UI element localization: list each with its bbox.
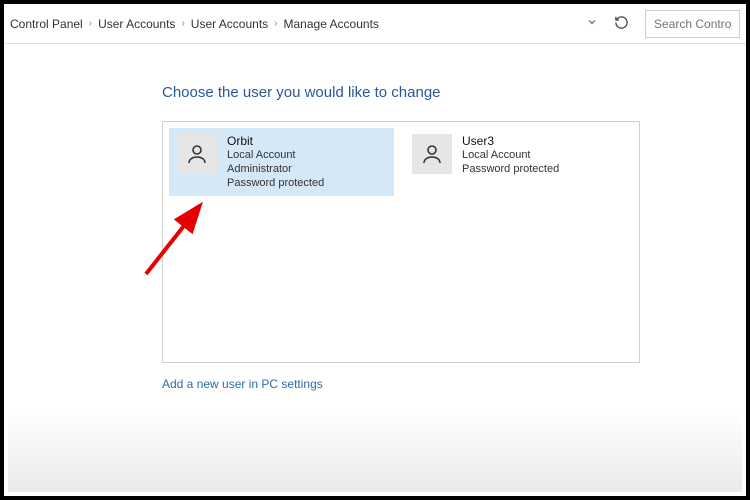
account-type: Local Account	[462, 149, 559, 163]
account-card-user3[interactable]: User3 Local Account Password protected	[404, 128, 629, 196]
page-title: Choose the user you would like to change	[162, 84, 746, 101]
chevron-right-icon: ›	[181, 18, 184, 29]
account-password-status: Password protected	[227, 177, 324, 191]
avatar	[177, 134, 217, 174]
breadcrumb-user-accounts-2[interactable]: User Accounts	[191, 17, 268, 31]
breadcrumb[interactable]: Control Panel › User Accounts › User Acc…	[10, 17, 580, 31]
header-bar: Control Panel › User Accounts › User Acc…	[4, 4, 746, 44]
search-input[interactable]	[645, 10, 740, 38]
refresh-icon[interactable]	[614, 15, 629, 33]
account-role: Administrator	[227, 163, 324, 177]
breadcrumb-manage-accounts[interactable]: Manage Accounts	[284, 17, 379, 31]
account-card-orbit[interactable]: Orbit Local Account Administrator Passwo…	[169, 128, 394, 196]
user-icon	[420, 142, 444, 166]
bottom-fade	[8, 412, 742, 492]
account-type: Local Account	[227, 149, 324, 163]
account-info: User3 Local Account Password protected	[462, 134, 559, 177]
user-icon	[185, 142, 209, 166]
account-password-status: Password protected	[462, 163, 559, 177]
account-name: Orbit	[227, 134, 324, 149]
breadcrumb-user-accounts-1[interactable]: User Accounts	[98, 17, 175, 31]
account-info: Orbit Local Account Administrator Passwo…	[227, 134, 324, 190]
header-controls	[586, 10, 740, 38]
add-user-link[interactable]: Add a new user in PC settings	[162, 377, 323, 391]
account-name: User3	[462, 134, 559, 149]
avatar	[412, 134, 452, 174]
chevron-right-icon: ›	[274, 18, 277, 29]
breadcrumb-control-panel[interactable]: Control Panel	[10, 17, 83, 31]
chevron-down-icon[interactable]	[586, 16, 598, 31]
content-area: Choose the user you would like to change…	[4, 44, 746, 391]
accounts-container: Orbit Local Account Administrator Passwo…	[162, 121, 640, 363]
chevron-right-icon: ›	[89, 18, 92, 29]
